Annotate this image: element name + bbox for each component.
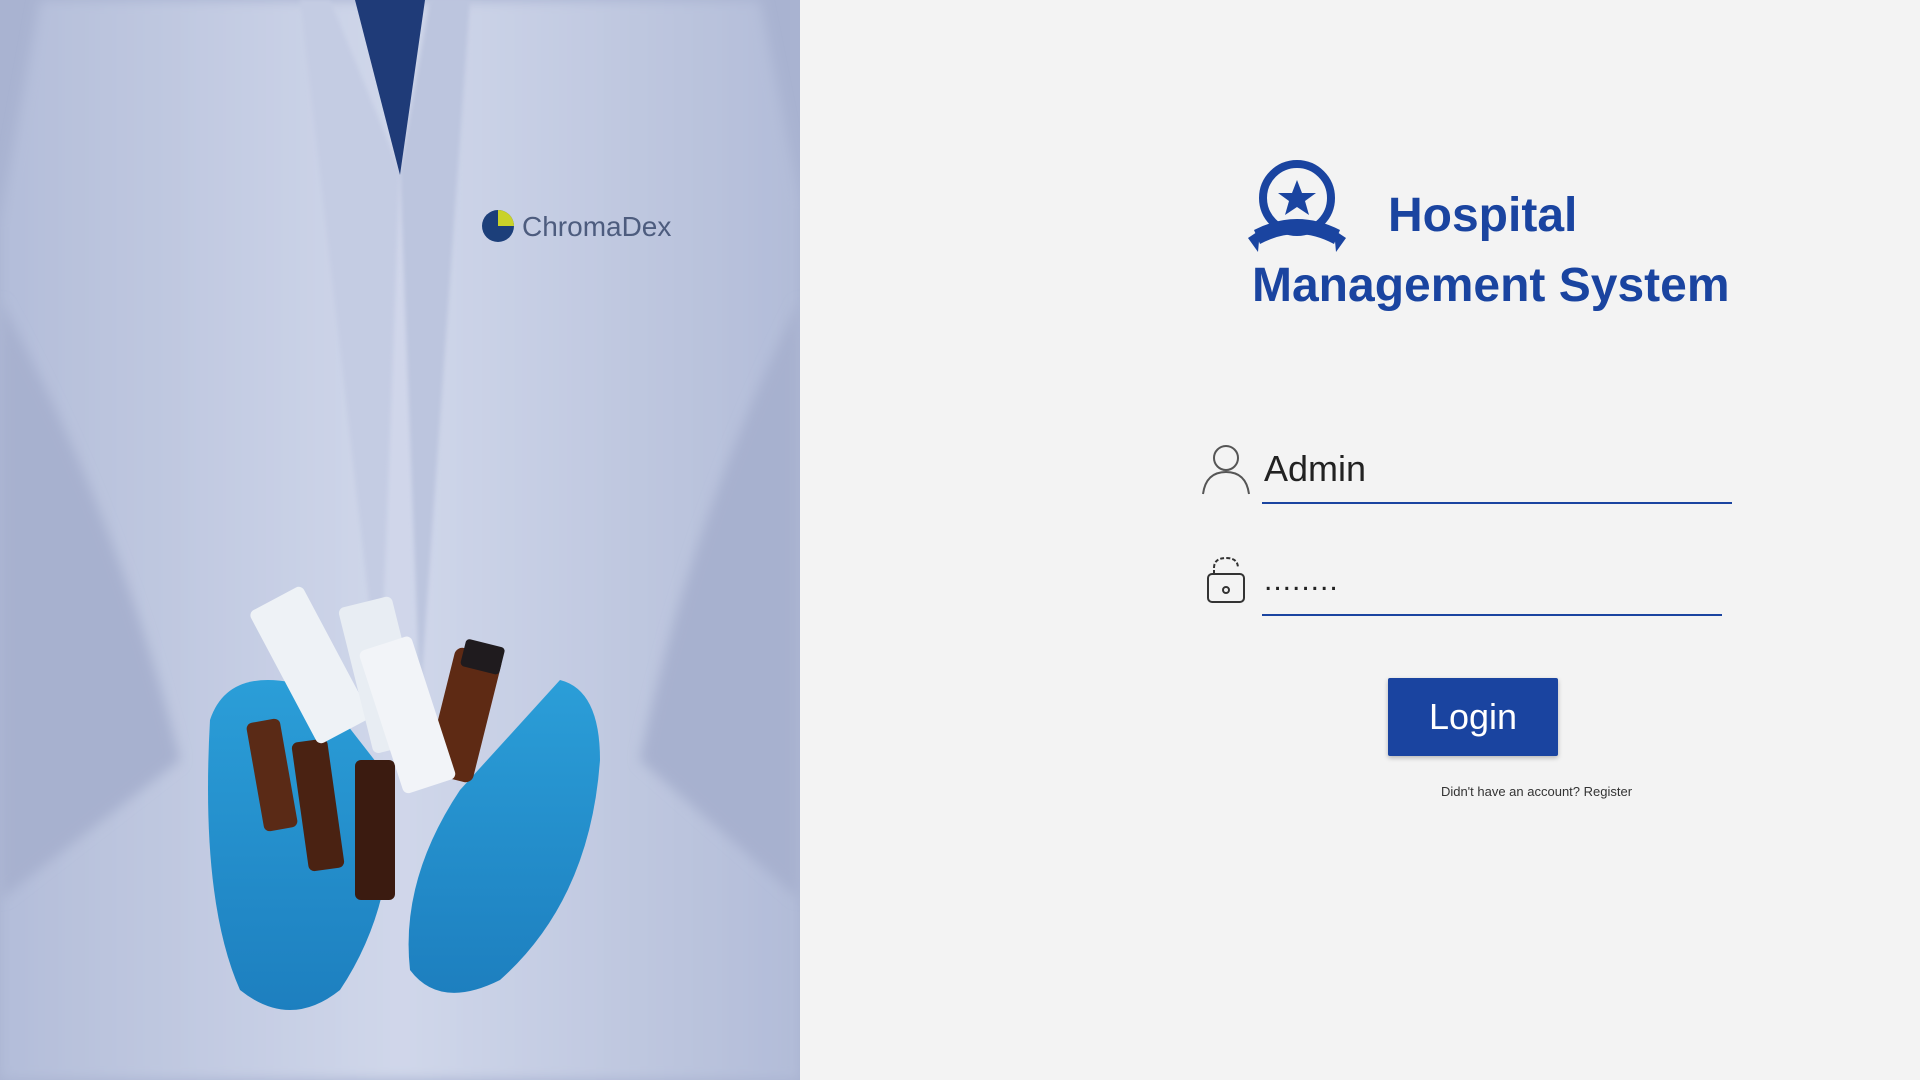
hero-image: ChromaDex (0, 0, 800, 1080)
register-prompt: Didn't have an account? Register (1200, 784, 1873, 799)
lock-icon (1207, 556, 1245, 603)
register-prompt-text: Didn't have an account? (1440, 784, 1581, 799)
brand-header: Hospital Management System (1244, 160, 1764, 330)
coat-logo-text: ChromaDex (522, 211, 671, 242)
login-button[interactable]: Login (1388, 678, 1558, 756)
username-input[interactable] (1262, 436, 1732, 504)
app-title-line-2: Management System (1252, 259, 1730, 312)
award-badge-icon (1248, 160, 1346, 252)
register-link[interactable]: Register (1584, 784, 1632, 799)
password-input[interactable] (1262, 548, 1722, 616)
password-field (1200, 548, 1730, 618)
login-panel: Hospital Management System Login Didn't … (800, 0, 1920, 1080)
app-title-line-1: Hospital (1388, 189, 1578, 242)
login-window: ChromaDex Hospital Management System Adm… (0, 0, 1920, 1080)
username-field (1200, 436, 1732, 506)
doctor-holding-medicine-illustration: ChromaDex (0, 0, 800, 1080)
user-icon (1202, 445, 1250, 495)
